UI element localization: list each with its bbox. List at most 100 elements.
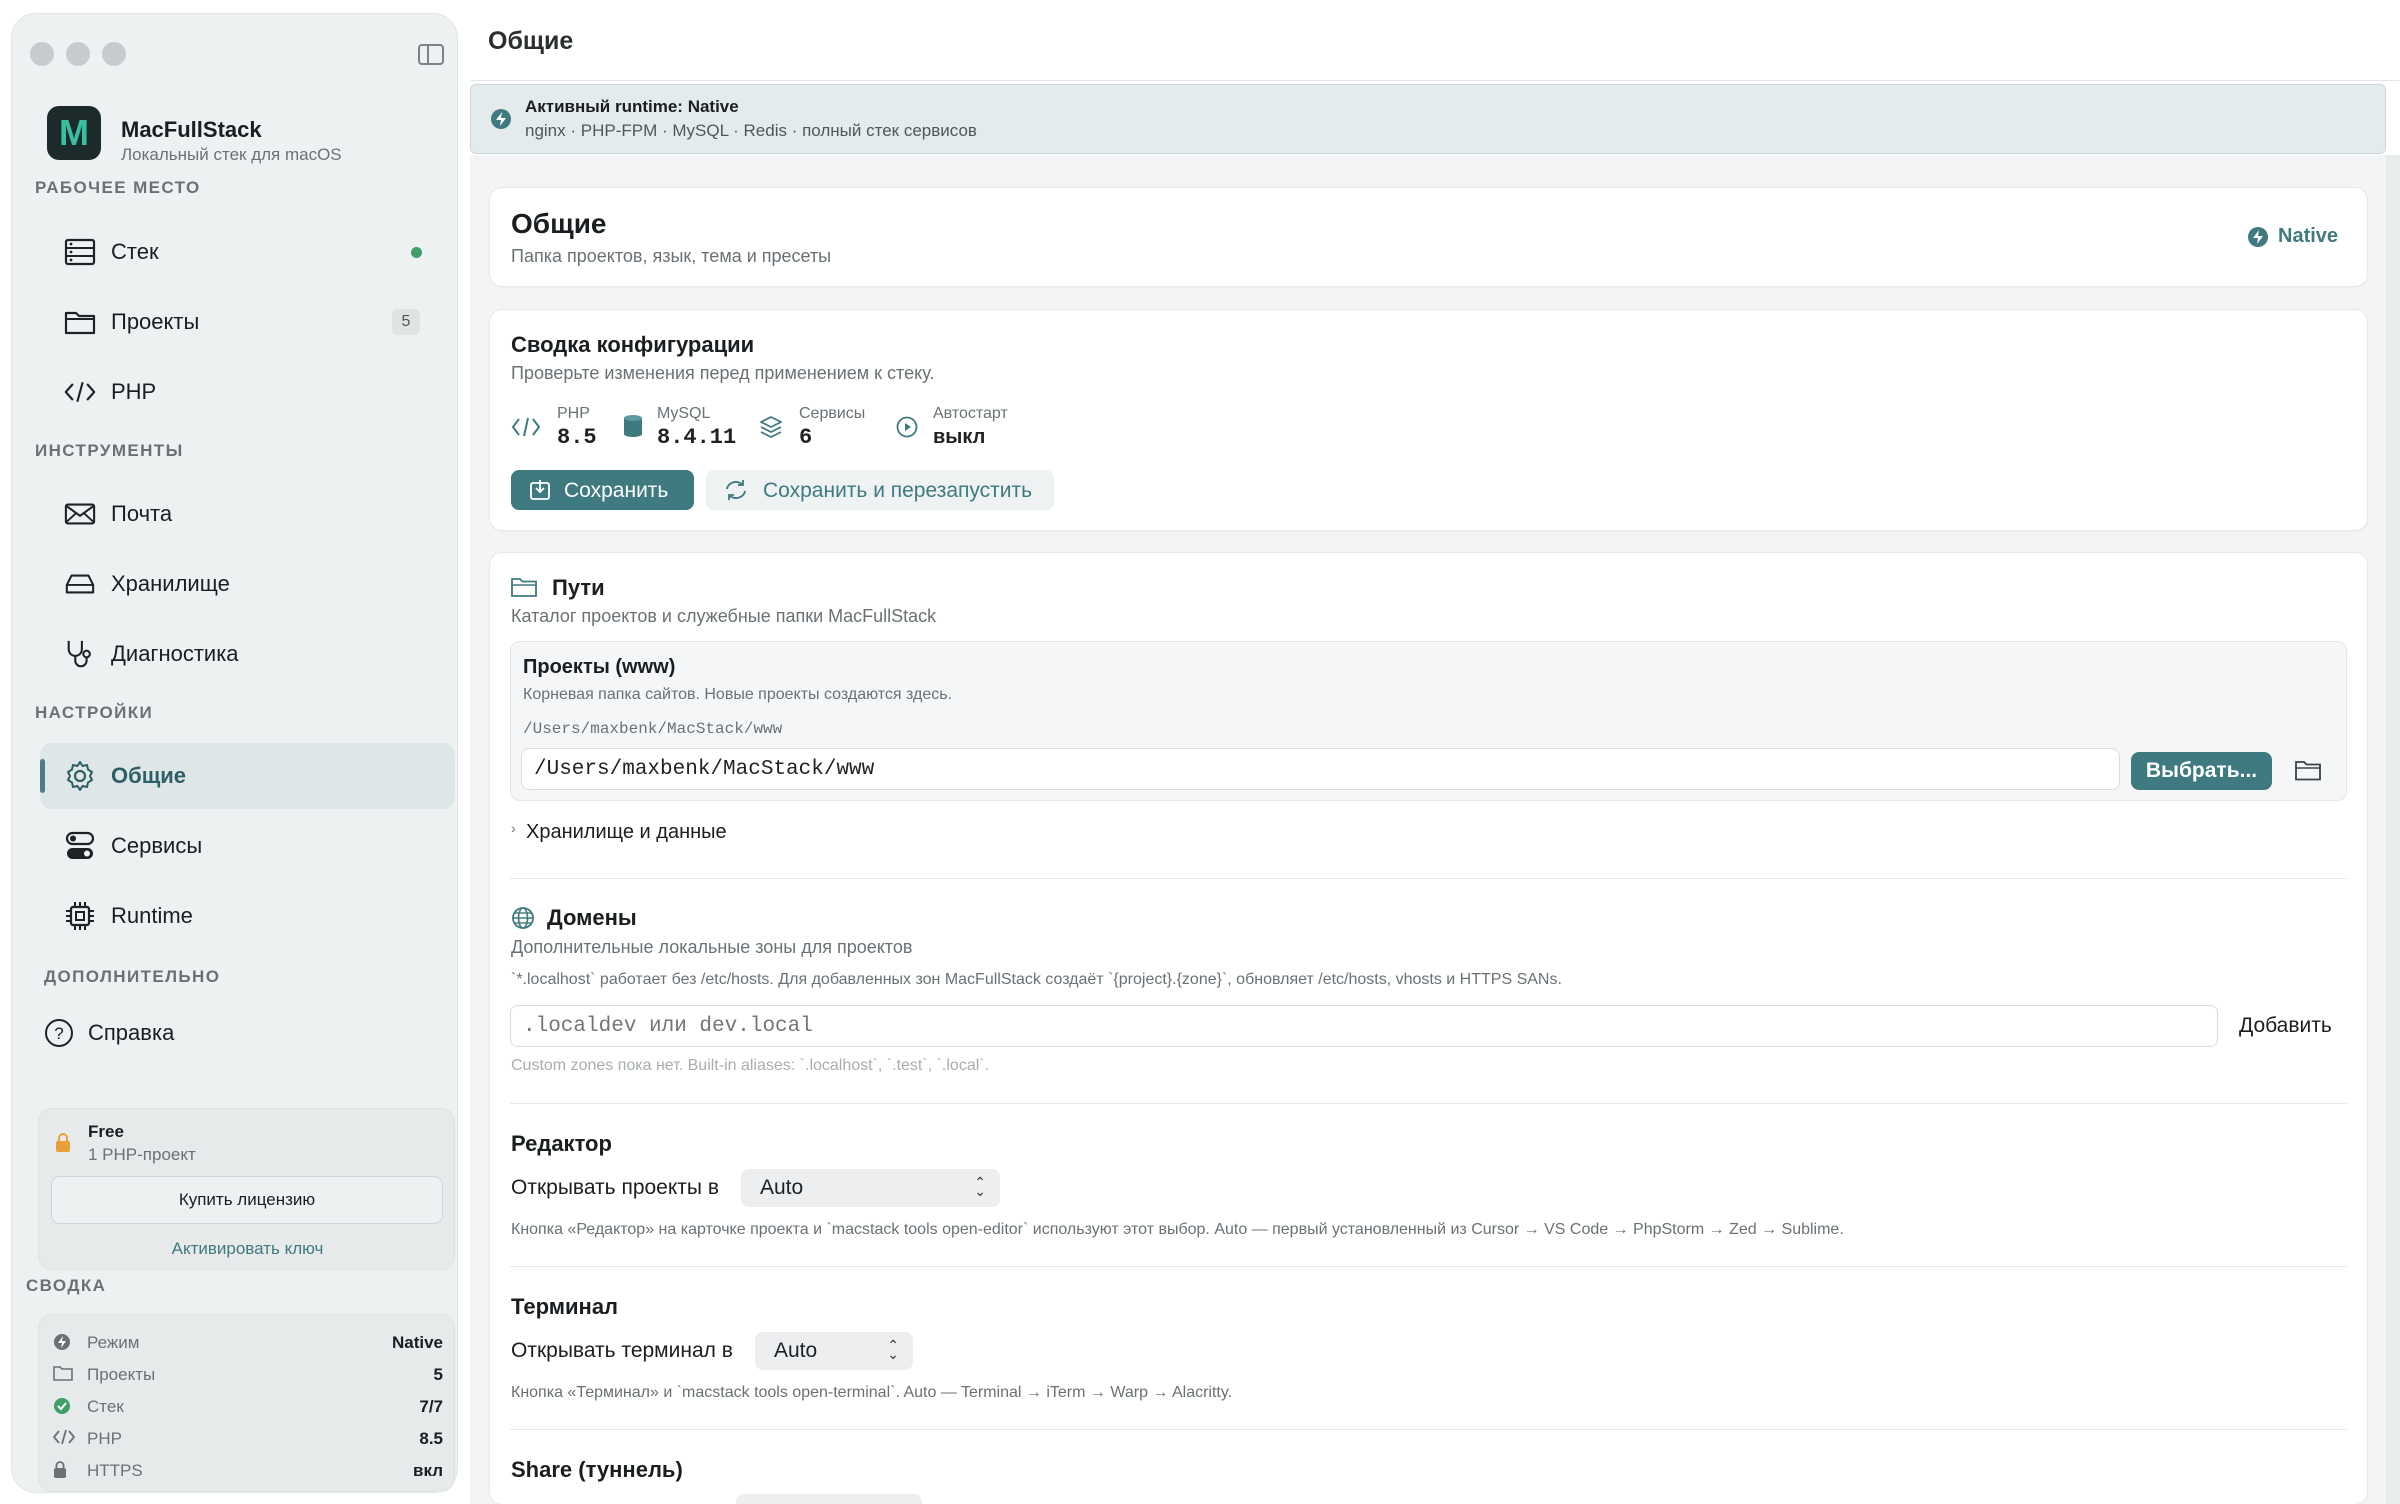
sidebar-item-label: Проекты [111,309,200,334]
storage-disclosure[interactable]: Хранилище и данные [526,821,727,844]
sidebar-item-general[interactable]: Общие [40,743,455,809]
terminal-select-value: Auto [774,1339,818,1362]
stethoscope-icon [64,638,96,670]
projects-path-field[interactable]: /Users/maxbenk/MacStack/www [521,748,2120,790]
page-title: Общие [488,27,574,55]
sidebar-item-php[interactable]: PHP [40,359,455,425]
sidebar-item-label: Общие [111,763,187,788]
sidebar-toggle-icon[interactable] [418,44,444,65]
app-subtitle: Локальный стек для macOS [121,145,342,164]
lock-icon [55,1133,71,1159]
runtime-banner: Активный runtime: Native nginx · PHP-FPM… [470,84,2386,154]
summary-label: Проекты [87,1365,156,1384]
sidebar-item-label: Почта [111,501,173,526]
download-icon [529,479,551,507]
projects-path-description: Корневая папка сайтов. Новые проекты соз… [523,686,953,703]
terminal-title: Терминал [511,1294,619,1319]
bolt-icon [490,108,512,136]
lock-icon [53,1461,73,1481]
share-select[interactable] [736,1494,922,1504]
summary-value: вкл [413,1461,443,1480]
projects-count-badge: 5 [392,309,420,335]
runtime-badge: Native [2278,225,2339,247]
summary-row-https: HTTPS вкл [53,1457,443,1487]
sidebar-item-stack[interactable]: Стек [40,219,455,285]
summary-label: HTTPS [87,1461,143,1480]
scrollbar-track[interactable] [2386,155,2400,1504]
save-restart-button-label: Сохранить и перезапустить [763,479,1033,502]
sidebar-item-runtime[interactable]: Runtime [40,883,455,949]
summary-value: 7/7 [419,1397,443,1416]
projects-path-title: Проекты (www) [523,656,676,678]
close-window-button[interactable] [30,42,54,66]
choose-folder-button[interactable]: Выбрать... [2131,752,2272,790]
app-logo: M [47,106,101,160]
domains-note: `*.localhost` работает без /etc/hosts. Д… [511,971,1562,988]
mail-icon [64,498,96,530]
domains-title: Домены [547,905,637,930]
sidebar-item-help[interactable]: ? Справка [26,1000,441,1066]
sidebar-item-services[interactable]: Сервисы [40,813,455,879]
sidebar-item-label: Сервисы [111,833,203,858]
divider [510,1103,2347,1104]
divider [510,1429,2347,1430]
summary-label: PHP [87,1429,122,1448]
minimize-window-button[interactable] [66,42,90,66]
summary-value: 8.5 [419,1429,443,1448]
editor-label: Открывать проекты в [511,1176,719,1199]
summary-value: 5 [433,1365,443,1384]
summary-row-mode: Режим Native [53,1329,443,1359]
sidebar-item-label: PHP [111,379,157,404]
save-button[interactable]: Сохранить [511,470,694,510]
terminal-select[interactable]: Auto ⌃ ⌄ [755,1332,913,1370]
sidebar-item-label: Runtime [111,903,193,928]
buy-license-button[interactable]: Купить лицензию [51,1176,443,1224]
code-icon [64,376,96,408]
sidebar-item-diagnostics[interactable]: Диагностика [40,621,455,687]
summary-row-php: PHP 8.5 [52,1425,443,1455]
folder-icon [64,306,96,338]
projects-path-panel: Проекты (www) Корневая папка сайтов. Нов… [510,641,2347,801]
folder-icon[interactable] [2295,759,2321,787]
globe-icon [511,906,535,936]
terminal-label: Открывать терминал в [511,1339,733,1362]
domains-subtitle: Дополнительные локальные зоны для проект… [511,937,913,957]
summary-title: СВОДКА [26,1276,107,1295]
add-domain-button[interactable]: Добавить [2239,1014,2332,1038]
stat-value: 6 [799,425,813,450]
sidebar-item-label: Хранилище [111,571,230,596]
chevron-right-icon[interactable]: › [511,820,516,836]
summary-row-projects: Проекты 5 [53,1361,443,1391]
banner-title: Активный runtime: Native [525,97,739,116]
sidebar-item-label: Диагностика [111,641,239,666]
server-icon [64,236,96,268]
settings-card: Пути Каталог проектов и служебные папки … [490,553,2367,1504]
sidebar-item-storage[interactable]: Хранилище [40,551,455,617]
code-icon [52,1429,76,1449]
gear-icon [64,760,96,792]
activate-key-link[interactable]: Активировать ключ [39,1239,456,1259]
summary-label: Стек [87,1397,124,1416]
zoom-window-button[interactable] [102,42,126,66]
projects-current-path: /Users/maxbenk/MacStack/www [523,720,783,738]
section-settings: НАСТРОЙКИ [35,703,154,722]
paths-subtitle: Каталог проектов и служебные папки MacFu… [511,606,937,626]
domains-hint: Custom zones пока нет. Built-in aliases:… [511,1057,990,1074]
toggles-icon [64,830,96,862]
banner-subtitle: nginx · PHP-FPM · MySQL · Redis · полный… [525,121,977,140]
stat-value: выкл [933,426,986,448]
summary-label: Режим [87,1333,140,1352]
domain-zone-input[interactable] [510,1005,2218,1047]
config-subtitle: Проверьте изменения перед применением к … [511,363,935,383]
app-window: M MacFullStack Локальный стек для macOS … [0,0,2400,1504]
sidebar-item-mail[interactable]: Почта [40,481,455,547]
play-circle-icon [896,416,918,444]
svg-text:?: ? [54,1024,63,1043]
paths-title: Пути [552,575,605,600]
stat-label: PHP [557,405,590,422]
divider [510,878,2347,879]
sidebar-item-projects[interactable]: Проекты 5 [40,289,455,355]
save-restart-button[interactable]: Сохранить и перезапустить [706,470,1054,510]
bolt-icon [53,1333,73,1353]
editor-select[interactable]: Auto ⌃ ⌄ [741,1169,1000,1207]
